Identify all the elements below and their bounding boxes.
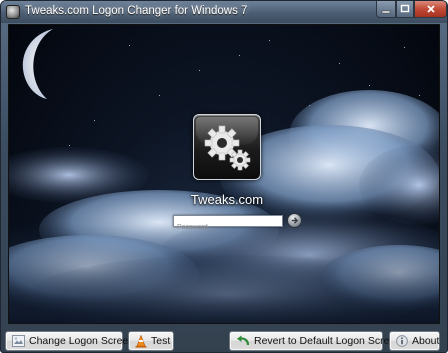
undo-arrow-icon: [237, 335, 250, 346]
test-label: Test: [151, 335, 171, 347]
logon-submit-button[interactable]: [287, 213, 302, 228]
image-icon: [12, 335, 25, 347]
about-button[interactable]: About: [389, 331, 440, 351]
arrow-right-icon: [291, 217, 299, 224]
window-title: Tweaks.com Logon Changer for Windows 7: [25, 5, 248, 17]
minimize-icon: [381, 10, 391, 14]
action-bar: Change Logon Screen Test Revert to Defau…: [1, 326, 447, 352]
test-button[interactable]: Test: [128, 331, 174, 351]
app-window: Tweaks.com Logon Changer for Windows 7 T…: [0, 0, 448, 353]
info-icon: [396, 335, 408, 347]
about-label: About: [412, 335, 440, 347]
cone-icon: [135, 334, 147, 348]
maximize-icon: [400, 4, 410, 13]
revert-default-label: Revert to Default Logon Screen: [254, 335, 402, 347]
close-icon: [426, 5, 435, 13]
password-input[interactable]: [174, 222, 282, 233]
logon-preview: Tweaks.com: [8, 24, 440, 324]
close-button[interactable]: [414, 1, 447, 18]
maximize-button[interactable]: [396, 1, 414, 18]
revert-default-button[interactable]: Revert to Default Logon Screen: [229, 331, 401, 351]
gears-icon: [204, 125, 251, 171]
change-logon-screen-button[interactable]: Change Logon Screen: [5, 331, 134, 351]
password-field-frame: [173, 215, 283, 233]
user-tile: [193, 114, 261, 180]
minimize-button[interactable]: [376, 1, 396, 18]
app-logo-icon: [6, 5, 20, 19]
username-label: Tweaks.com: [190, 192, 264, 207]
title-bar[interactable]: Tweaks.com Logon Changer for Windows 7: [1, 1, 447, 23]
change-logon-screen-label: Change Logon Screen: [29, 335, 135, 347]
